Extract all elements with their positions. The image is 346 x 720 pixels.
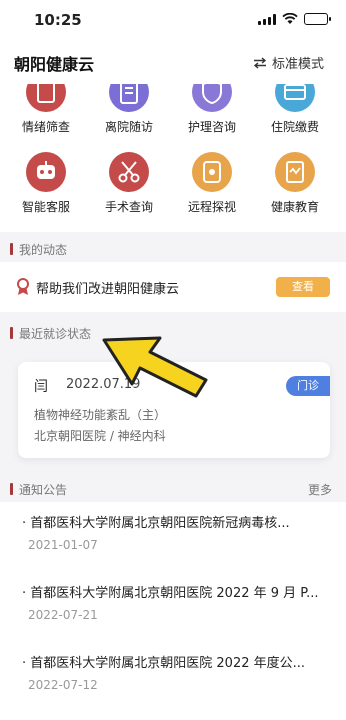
grid-item[interactable]: 护理咨询 — [172, 84, 252, 135]
notice-title: · 首都医科大学附属北京朝阳医院 2022 年 9 月 P... — [22, 586, 319, 601]
notice-title: · 首都医科大学附属北京朝阳医院 2022 年度公... — [22, 656, 306, 671]
my-activity-row[interactable]: 帮助我们改进朝阳健康云 查看 — [0, 262, 346, 312]
grid-item-label: 健康教育 — [270, 200, 319, 214]
book-icon — [275, 152, 315, 192]
grid-item[interactable]: 健康教育 — [255, 152, 335, 215]
notice-item[interactable]: · 首都医科大学附属北京朝阳医院 2022 年 9 月 P... 2022-07-… — [0, 572, 346, 644]
signal-icon — [258, 13, 276, 25]
my-activity-header: 我的动态 — [0, 234, 346, 262]
card-icon — [275, 84, 315, 112]
grid-item-label: 住院缴费 — [270, 120, 319, 134]
app-title: 朝阳健康云 — [14, 55, 95, 74]
my-activity-text: 帮助我们改进朝阳健康云 — [36, 282, 180, 297]
nav-bar: 朝阳健康云 标准模式 — [0, 40, 346, 84]
function-grid: 情绪筛查 离院随访 护理咨询 住院缴费智能客服 手术查询 远程探视 健康教育 — [0, 84, 346, 232]
notices-header: 通知公告 更多 — [0, 474, 346, 502]
view-button[interactable]: 查看 — [276, 277, 330, 297]
ribbon-icon — [17, 278, 29, 295]
recent-visit-title: 最近就诊状态 — [19, 327, 92, 341]
notice-item[interactable]: · 首都医科大学附属北京朝阳医院新冠病毒核... 2021-01-07 — [0, 502, 346, 574]
grid-item[interactable]: 远程探视 — [172, 152, 252, 215]
visit-diagnosis: 植物神经功能紊乱（主） — [34, 408, 167, 422]
status-time: 10:25 — [34, 11, 82, 29]
notice-item[interactable]: · 首都医科大学附属北京朝阳医院 2022 年度公... 2022-07-12 — [0, 642, 346, 714]
notice-date: 2022-07-12 — [28, 678, 98, 692]
visit-type-badge: 门诊 — [286, 376, 330, 396]
grid-item-label: 护理咨询 — [187, 120, 236, 134]
swap-icon — [253, 56, 267, 69]
document-icon — [109, 84, 149, 112]
grid-item[interactable]: 手术查询 — [89, 152, 169, 215]
notices-title: 通知公告 — [19, 483, 68, 497]
pointer-arrow-icon — [102, 336, 208, 398]
grid-item-label: 智能客服 — [21, 200, 70, 214]
grid-item-label: 远程探视 — [187, 200, 236, 214]
my-activity-title: 我的动态 — [19, 243, 68, 257]
notice-date: 2022-07-21 — [28, 608, 98, 622]
battery-icon — [304, 13, 331, 25]
grid-item[interactable]: 离院随访 — [89, 84, 169, 135]
shield-icon — [192, 84, 232, 112]
notice-date: 2021-01-07 — [28, 538, 98, 552]
grid-item-label: 情绪筛查 — [21, 120, 70, 134]
grid-item[interactable]: 情绪筛查 — [6, 84, 86, 135]
clipboard-icon — [26, 84, 66, 112]
grid-item[interactable]: 住院缴费 — [255, 84, 335, 135]
mode-switch-button[interactable]: 标准模式 — [253, 53, 324, 72]
wifi-icon — [282, 13, 298, 24]
grid-item-label: 离院随访 — [104, 120, 153, 134]
patient-name: 闫 — [34, 379, 48, 395]
notices-more-link[interactable]: 更多 — [308, 481, 332, 498]
video-icon — [192, 152, 232, 192]
visit-department: 北京朝阳医院 / 神经内科 — [34, 429, 166, 443]
status-icons — [258, 13, 331, 25]
grid-item[interactable]: 智能客服 — [6, 152, 86, 215]
robot-icon — [26, 152, 66, 192]
status-bar: 10:25 — [0, 0, 346, 40]
grid-item-label: 手术查询 — [104, 200, 153, 214]
scissors-icon — [109, 152, 149, 192]
notice-title: · 首都医科大学附属北京朝阳医院新冠病毒核... — [22, 516, 290, 531]
mode-switch-label: 标准模式 — [271, 57, 324, 72]
notice-list: · 首都医科大学附属北京朝阳医院新冠病毒核... 2021-01-07 · 首都医科… — [0, 502, 346, 720]
